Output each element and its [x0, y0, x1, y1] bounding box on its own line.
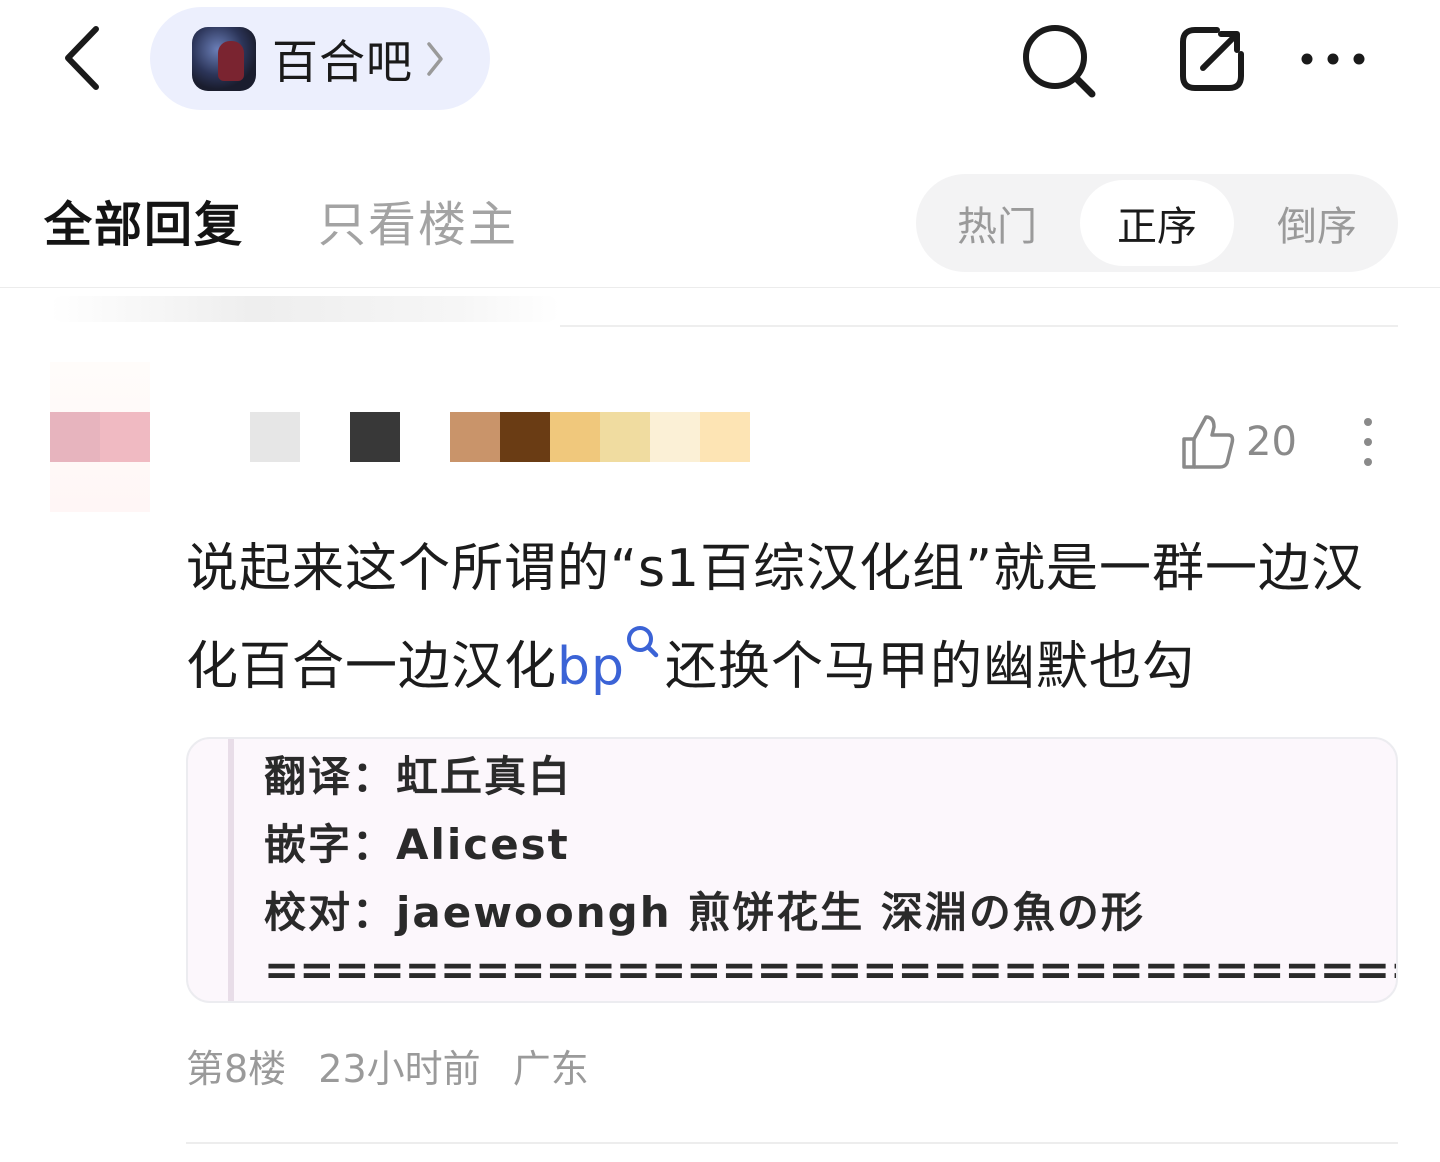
- sort-toggle: 热门 正序 倒序: [916, 174, 1398, 272]
- sort-ascending-button[interactable]: 正序: [1080, 180, 1234, 266]
- share-button[interactable]: [1172, 22, 1252, 96]
- tab-op-only[interactable]: 只看楼主: [318, 185, 518, 255]
- divider: [186, 1142, 1398, 1144]
- post-image[interactable]: 翻译：虹丘真白 嵌字：Alicest 校对：jaewoongh 煎饼花生 深淵の…: [186, 737, 1398, 1003]
- username-redacted[interactable]: [250, 412, 400, 462]
- like-button[interactable]: 20: [1180, 410, 1297, 474]
- image-edge: [228, 739, 234, 1001]
- more-horizontal-icon: [1301, 53, 1365, 65]
- chevron-left-icon: [65, 26, 99, 90]
- chevron-right-icon: [425, 40, 445, 78]
- more-vertical-icon: [1364, 418, 1372, 466]
- post-meta: 第8楼 23小时前 广东: [186, 1038, 609, 1093]
- reply-tabs: 全部回复 只看楼主 热门 正序 倒序: [0, 150, 1440, 288]
- forum-name: 百合吧: [272, 34, 413, 89]
- floor-number: 第8楼: [186, 1047, 287, 1091]
- image-text-line: 校对：jaewoongh 煎饼花生 深淵の魚の形: [264, 888, 1145, 937]
- forum-avatar: [192, 26, 256, 91]
- post-time: 23小时前: [318, 1047, 481, 1091]
- post-text-part2: 还换个马甲的幽默也勾: [665, 637, 1196, 697]
- post-content: 说起来这个所谓的“s1百综汉化组”就是一群一边汉化百合一边汉化bp 还换个马甲的幽…: [186, 520, 1406, 716]
- search-icon[interactable]: [625, 624, 659, 660]
- back-button[interactable]: [52, 22, 112, 94]
- tab-all-replies[interactable]: 全部回复: [44, 185, 244, 255]
- forum-entry-button[interactable]: 百合吧: [150, 7, 490, 110]
- post-more-button[interactable]: [1344, 410, 1392, 474]
- more-button[interactable]: [1292, 34, 1374, 84]
- like-count: 20: [1246, 419, 1297, 465]
- divider: [560, 325, 1398, 327]
- user-badges-redacted: [450, 412, 750, 462]
- top-bar: 百合吧: [0, 0, 1440, 120]
- image-text-line: =======================================: [264, 945, 1396, 994]
- post-location: 广东: [512, 1047, 589, 1091]
- sort-hot-button[interactable]: 热门: [920, 180, 1074, 266]
- search-button[interactable]: [1018, 20, 1100, 102]
- thumbs-up-icon: [1182, 415, 1235, 469]
- image-text-line: 嵌字：Alicest: [264, 820, 570, 869]
- image-text-line: 翻译：虹丘真白: [264, 752, 573, 801]
- search-icon: [1023, 25, 1096, 98]
- search-tag-link[interactable]: bp: [557, 637, 625, 697]
- avatar[interactable]: [50, 362, 150, 512]
- sort-descending-button[interactable]: 倒序: [1240, 180, 1394, 266]
- faded-previous-content: [50, 296, 560, 322]
- edit-icon: [1180, 27, 1244, 91]
